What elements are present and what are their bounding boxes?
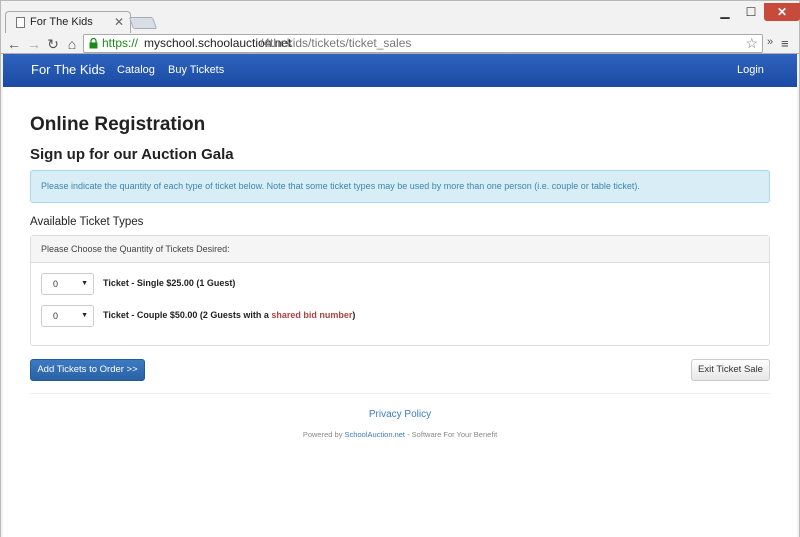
home-icon[interactable]: ⌂ [63, 35, 81, 53]
address-bar[interactable]: https:// myschool.schoolauction.net /4th… [83, 34, 763, 53]
privacy-policy-text[interactable]: Privacy Policy [369, 409, 431, 420]
browser-chrome: For The Kids ✕ ▁ ☐ ✕ ← → ↻ ⌂ https:// my… [0, 0, 800, 54]
exit-ticket-sale-button[interactable]: Exit Ticket Sale [691, 359, 770, 381]
powered-by: Powered by SchoolAuction.net - Software … [30, 430, 770, 439]
close-tab-icon[interactable]: ✕ [114, 15, 124, 29]
section-heading: Available Ticket Types [30, 216, 144, 228]
nav-login[interactable]: Login [737, 64, 764, 76]
forward-icon[interactable]: → [25, 35, 43, 53]
ticket-panel: Please Choose the Quantity of Tickets De… [30, 235, 770, 346]
powered-suffix: - Software For Your Benefit [405, 430, 498, 439]
add-tickets-button[interactable]: Add Tickets to Order >> [30, 359, 145, 381]
minimize-icon[interactable]: ▁ [713, 3, 737, 21]
info-alert: Please indicate the quantity of each typ… [30, 170, 770, 203]
quantity-value: 0 [53, 279, 59, 289]
browser-tab[interactable]: For The Kids ✕ [5, 11, 131, 33]
privacy-policy-link: Privacy Policy [30, 409, 770, 420]
powered-prefix: Powered by [302, 430, 345, 439]
site-navbar: For The Kids Catalog Buy Tickets Login [3, 54, 797, 87]
page-title: Online Registration [30, 114, 206, 135]
shared-bid-number-link[interactable]: shared bid number [271, 310, 352, 320]
nav-buy-tickets[interactable]: Buy Tickets [168, 64, 224, 76]
divider [30, 393, 770, 394]
tab-title: For The Kids [30, 16, 93, 28]
window-frame-left [0, 54, 3, 537]
extensions-chevron-icon[interactable]: » [767, 36, 773, 48]
dropdown-arrow-icon: ▼ [81, 280, 88, 287]
ticket-label-suffix: ) [352, 310, 356, 320]
brand-link[interactable]: For The Kids [31, 62, 105, 77]
lock-icon [89, 38, 98, 49]
reload-icon[interactable]: ↻ [44, 35, 62, 53]
quantity-select-single[interactable]: 0 ▼ [41, 273, 94, 295]
panel-heading: Please Choose the Quantity of Tickets De… [31, 236, 769, 263]
bookmark-star-icon[interactable]: ☆ [745, 35, 758, 52]
schoolauction-link[interactable]: SchoolAuction.net [345, 430, 405, 439]
url-scheme: https:// [102, 36, 139, 50]
tab-strip: For The Kids ✕ ▁ ☐ ✕ [1, 1, 800, 33]
window-close-icon[interactable]: ✕ [764, 3, 800, 21]
page-subtitle: Sign up for our Auction Gala [30, 146, 234, 163]
back-icon[interactable]: ← [5, 35, 23, 53]
quantity-select-couple[interactable]: 0 ▼ [41, 305, 94, 327]
quantity-value: 0 [53, 311, 59, 321]
ticket-label-couple: Ticket - Couple $50.00 (2 Guests with a … [103, 310, 355, 320]
menu-icon[interactable]: ≡ [781, 36, 789, 51]
dropdown-arrow-icon: ▼ [81, 312, 88, 319]
url-path: /4thekids/tickets/ticket_sales [260, 36, 412, 50]
ticket-label-prefix: Ticket - Couple $50.00 (2 Guests with a [103, 310, 272, 320]
maximize-icon[interactable]: ☐ [739, 3, 763, 21]
browser-toolbar: ← → ↻ ⌂ https:// myschool.schoolauction.… [1, 33, 800, 55]
page-icon [16, 17, 25, 28]
new-tab-button[interactable] [128, 17, 158, 29]
ticket-label-single: Ticket - Single $25.00 (1 Guest) [103, 278, 236, 288]
nav-catalog[interactable]: Catalog [117, 64, 155, 76]
